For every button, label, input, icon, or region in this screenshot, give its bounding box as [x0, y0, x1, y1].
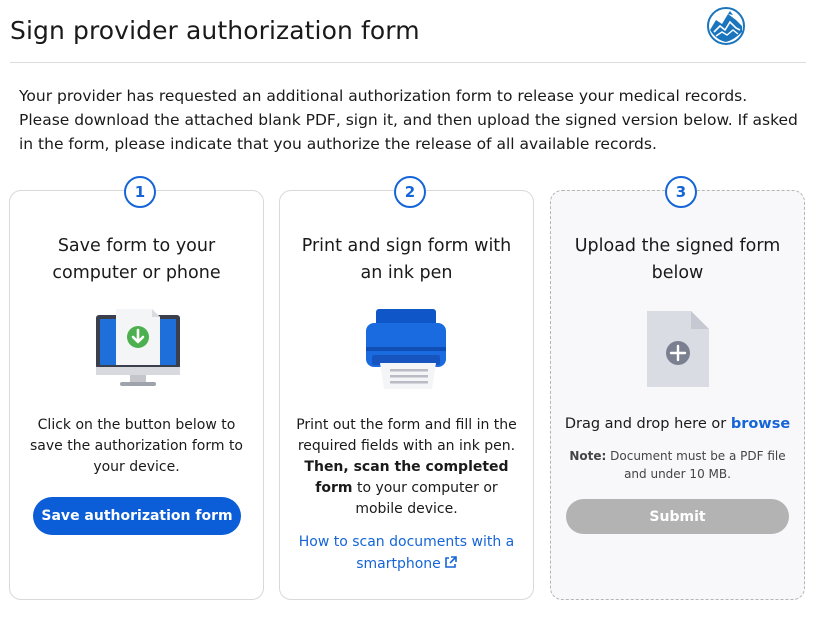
- external-link-icon: [444, 554, 457, 568]
- step-2-badge: 2: [394, 176, 426, 208]
- note-label: Note:: [569, 449, 607, 463]
- step-1-badge: 1: [124, 176, 156, 208]
- step-2-body: Print out the form and fill in the requi…: [280, 415, 533, 520]
- step-2-body-part1: Print out the form and fill in the requi…: [296, 417, 517, 454]
- intro-text: Your provider has requested an additiona…: [19, 87, 798, 153]
- note-text: Document must be a PDF file and under 10…: [610, 449, 786, 481]
- step-card-print: Print and sign form with an ink pen Prin…: [279, 190, 534, 600]
- step-1-title: Save form to your computer or phone: [52, 236, 221, 283]
- file-requirement-note: Note: Document must be a PDF file and un…: [551, 447, 804, 483]
- step-3-title: Upload the signed form below: [574, 236, 781, 283]
- printer-icon: [360, 309, 452, 391]
- page-title: Sign provider authorization form: [10, 16, 420, 45]
- scan-help-link[interactable]: How to scan documents with a smartphone: [280, 531, 533, 575]
- browse-link[interactable]: browse: [731, 416, 790, 432]
- step-card-save: Save form to your computer or phone Clic…: [9, 190, 264, 600]
- drop-text: Drag and drop here or browse: [551, 416, 804, 432]
- step-2-body-part2: to your computer or mobile device.: [355, 480, 498, 517]
- save-authorization-form-button[interactable]: Save authorization form: [33, 497, 241, 535]
- computer-download-icon: [92, 309, 184, 391]
- upload-dropzone[interactable]: Upload the signed form below Drag and dr…: [550, 190, 805, 600]
- step-2-title: Print and sign form with an ink pen: [301, 236, 512, 283]
- step-1-body: Click on the button below to save the au…: [29, 417, 243, 475]
- file-add-icon: [645, 309, 711, 389]
- drop-instruction: Drag and drop here or: [564, 416, 727, 432]
- submit-button[interactable]: Submit: [566, 499, 789, 534]
- rock-logo-icon: [706, 6, 746, 46]
- step-3-badge: 3: [665, 176, 697, 208]
- scan-help-link-label: How to scan documents with a smartphone: [298, 534, 515, 572]
